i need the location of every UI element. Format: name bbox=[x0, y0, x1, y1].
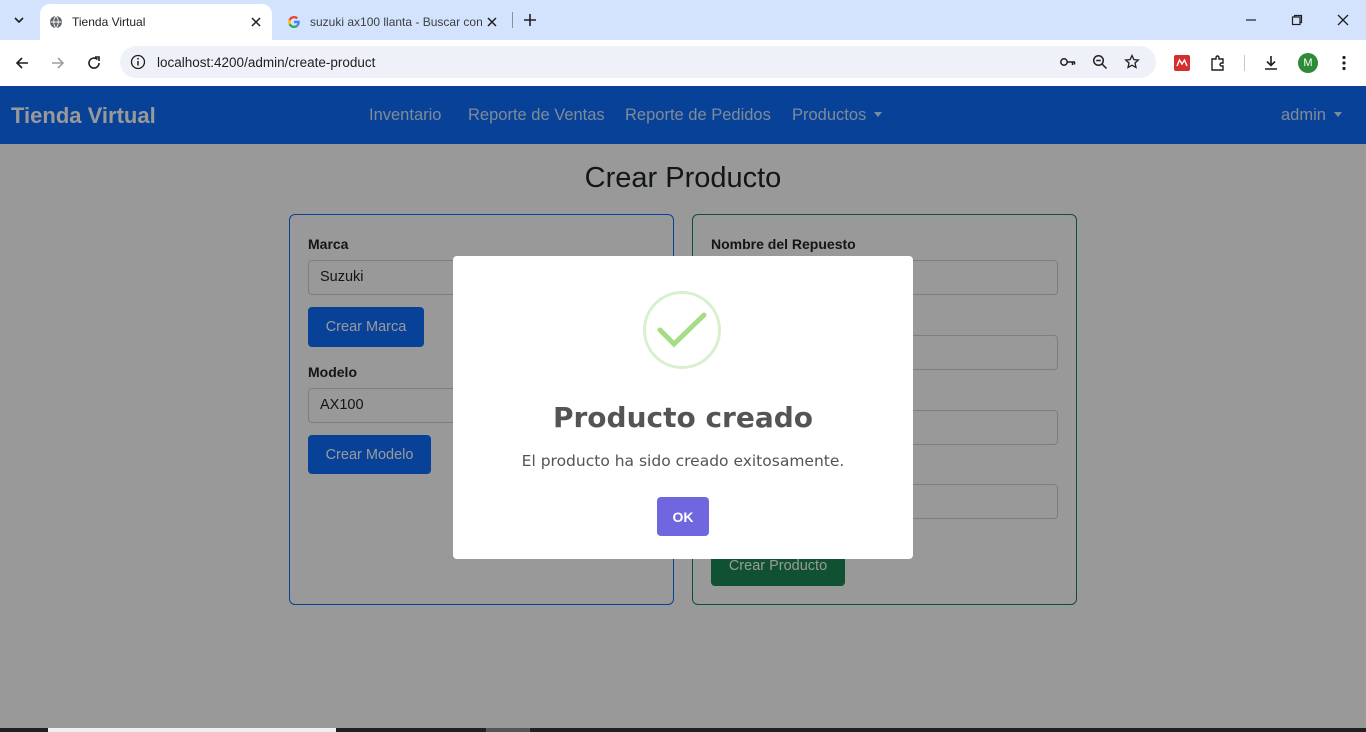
pdf-extension-icon[interactable] bbox=[1171, 52, 1193, 74]
plus-icon bbox=[524, 14, 536, 26]
reload-button[interactable] bbox=[79, 48, 109, 78]
address-bar[interactable]: localhost:4200/admin/create-product bbox=[120, 46, 1156, 78]
bookmark-star-icon[interactable] bbox=[1122, 52, 1142, 72]
browser-tabstrip: Tienda Virtual suzuki ax100 llanta - Bus… bbox=[0, 0, 1366, 40]
extensions-puzzle-icon[interactable] bbox=[1207, 52, 1229, 74]
ok-button[interactable]: OK bbox=[657, 497, 709, 536]
forward-arrow-icon bbox=[52, 57, 65, 69]
close-icon[interactable] bbox=[482, 12, 502, 32]
toolbar-separator bbox=[1244, 55, 1245, 71]
success-dialog: Producto creado El producto ha sido crea… bbox=[453, 256, 913, 559]
profile-avatar[interactable]: M bbox=[1298, 53, 1318, 73]
site-info-icon[interactable] bbox=[128, 52, 148, 72]
tab-search-button[interactable] bbox=[6, 7, 32, 33]
close-window-button[interactable] bbox=[1320, 0, 1366, 40]
tab-separator bbox=[512, 12, 513, 28]
reload-icon bbox=[88, 56, 100, 69]
more-menu-icon[interactable] bbox=[1333, 52, 1355, 74]
forward-button[interactable] bbox=[43, 48, 73, 78]
back-button[interactable] bbox=[7, 48, 37, 78]
taskbar-item[interactable] bbox=[48, 728, 336, 732]
key-icon[interactable] bbox=[1058, 52, 1078, 72]
url-text: localhost:4200/admin/create-product bbox=[157, 55, 376, 70]
tab-title: Tienda Virtual bbox=[72, 15, 146, 29]
new-tab-button[interactable] bbox=[518, 8, 542, 32]
chevron-down-icon bbox=[14, 17, 24, 24]
download-icon[interactable] bbox=[1260, 52, 1282, 74]
os-taskbar bbox=[0, 728, 1366, 732]
back-arrow-icon bbox=[15, 57, 28, 69]
close-icon[interactable] bbox=[246, 12, 266, 32]
success-check-icon bbox=[643, 291, 721, 369]
globe-icon bbox=[48, 14, 64, 30]
minimize-button[interactable] bbox=[1228, 0, 1274, 40]
close-icon bbox=[1337, 14, 1349, 26]
dialog-title: Producto creado bbox=[552, 401, 814, 434]
tab-tienda-virtual[interactable]: Tienda Virtual bbox=[40, 4, 272, 40]
dialog-message: El producto ha sido creado exitosamente. bbox=[521, 452, 845, 470]
google-icon bbox=[286, 14, 302, 30]
taskbar-item[interactable] bbox=[486, 728, 530, 732]
restore-icon bbox=[1291, 14, 1303, 26]
restore-button[interactable] bbox=[1274, 0, 1320, 40]
minimize-icon bbox=[1246, 19, 1256, 21]
tab-title: suzuki ax100 llanta - Buscar con Google bbox=[310, 15, 482, 29]
tab-google-search[interactable]: suzuki ax100 llanta - Buscar con Google bbox=[278, 4, 508, 40]
zoom-icon[interactable] bbox=[1090, 52, 1110, 72]
